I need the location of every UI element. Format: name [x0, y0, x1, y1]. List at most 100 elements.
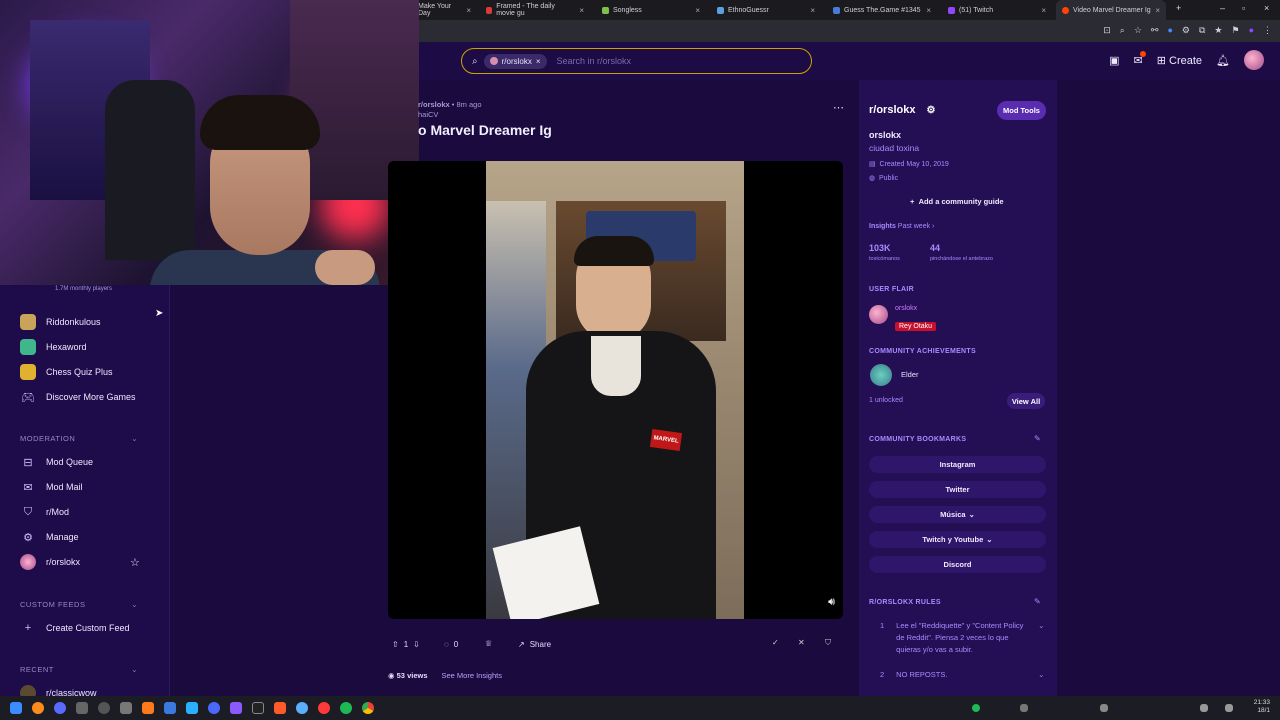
insights-link[interactable]: See More Insights	[442, 671, 502, 680]
browser-tab[interactable]: Songless ×	[596, 0, 706, 20]
chrome-icon[interactable]	[362, 702, 374, 714]
search-bar[interactable]: ⌕ r/orslokx × Search in r/orslokx	[461, 48, 812, 74]
search-input[interactable]: Search in r/orslokx	[557, 56, 632, 66]
tiktok-icon[interactable]	[252, 702, 264, 714]
search-icon[interactable]	[32, 702, 44, 714]
sidebar-game-riddonkulous[interactable]: Riddonkulous	[20, 314, 101, 330]
new-tab-icon[interactable]: +	[1176, 3, 1181, 13]
rule-item[interactable]: 2 NO REPOSTS. ⌄	[869, 670, 1045, 679]
award-icon[interactable]: ♕	[485, 639, 492, 648]
sidebar-discover-games[interactable]: 🎮︎ Discover More Games	[20, 389, 136, 405]
app-icon[interactable]	[54, 702, 66, 714]
chat-icon[interactable]: ✉	[1134, 50, 1147, 67]
close-icon[interactable]: ×	[810, 6, 815, 15]
volume-icon[interactable]: 🔊︎	[828, 596, 835, 609]
close-icon[interactable]: ×	[926, 6, 931, 15]
browser-menu-icon[interactable]: ⋮	[1263, 25, 1272, 36]
mod-tools-button[interactable]: Mod Tools	[997, 101, 1046, 120]
sidebar-item-mod-mail[interactable]: ✉ Mod Mail	[20, 479, 82, 495]
extension-icon[interactable]: ⊡	[1103, 25, 1111, 36]
tray-icon[interactable]	[1020, 704, 1028, 712]
bookmark-musica[interactable]: Música ⌄	[869, 506, 1046, 523]
close-window-icon[interactable]: ×	[1264, 3, 1269, 13]
volume-icon[interactable]	[1225, 704, 1233, 712]
upvote-icon[interactable]: ⇧	[392, 640, 399, 649]
avatar[interactable]	[1244, 50, 1264, 70]
app-icon[interactable]	[186, 702, 198, 714]
sidebar-item-r-mod[interactable]: ⛉ r/Mod	[20, 504, 69, 520]
extension-icon[interactable]: ⧉	[1199, 25, 1205, 36]
close-icon[interactable]: ×	[579, 6, 584, 15]
app-icon[interactable]	[98, 702, 110, 714]
close-icon[interactable]: ×	[695, 6, 700, 15]
wifi-icon[interactable]	[1200, 704, 1208, 712]
profile-icon[interactable]: ●	[1249, 25, 1254, 36]
bookmark-instagram[interactable]: Instagram	[869, 456, 1046, 473]
share-button[interactable]: ↗ Share	[518, 640, 551, 649]
browser-tab[interactable]: Guess The.Game #1345 ×	[827, 0, 937, 20]
bookmark-twitch-youtube[interactable]: Twitch y Youtube ⌄	[869, 531, 1046, 548]
extension-icon[interactable]: ⚯	[1151, 25, 1159, 36]
tray-icon[interactable]	[972, 704, 980, 712]
edit-pencil-icon[interactable]: ✎	[1034, 434, 1041, 443]
downvote-icon[interactable]: ⇩	[413, 640, 420, 649]
close-icon[interactable]: ×	[1155, 6, 1160, 15]
star-icon[interactable]: ☆	[130, 556, 140, 569]
sidebar-item-orslokx[interactable]: r/orslokx ☆	[20, 554, 140, 570]
notifications-icon[interactable]: 🔔︎	[1216, 54, 1230, 67]
create-custom-feed-button[interactable]: + Create Custom Feed	[20, 620, 130, 636]
extension-icon[interactable]: ★	[1214, 25, 1222, 36]
sidebar-item-manage[interactable]: ⚙ Manage	[20, 529, 78, 545]
app-icon[interactable]	[230, 702, 242, 714]
video-player[interactable]: MARVEL 🔊︎	[388, 161, 843, 619]
approve-icon[interactable]: ✓	[772, 638, 779, 647]
browser-tab[interactable]: Framed - The daily movie gu ×	[480, 0, 590, 20]
app-icon[interactable]	[208, 702, 220, 714]
maximize-icon[interactable]: ▫	[1242, 3, 1245, 13]
browser-tab[interactable]: (51) Twitch ×	[942, 0, 1052, 20]
sidebar-item-mod-queue[interactable]: ⊟ Mod Queue	[20, 454, 93, 470]
start-icon[interactable]	[10, 702, 22, 714]
close-icon[interactable]: ×	[1041, 6, 1046, 15]
more-options-icon[interactable]: ⋯	[833, 101, 844, 114]
settings-icon[interactable]: ⚙	[927, 105, 936, 116]
bookmark-twitter[interactable]: Twitter	[869, 481, 1046, 498]
post-author-link[interactable]: haiCV	[418, 110, 482, 120]
rule-item[interactable]: 1 Lee el "Reddiquette" y "Content Policy…	[869, 620, 1045, 656]
browser-tab[interactable]: Make Your Day ×	[412, 0, 477, 20]
subreddit-search-chip[interactable]: r/orslokx ×	[483, 53, 547, 69]
advertise-icon[interactable]: ▣	[1109, 54, 1119, 67]
spotify-icon[interactable]	[340, 702, 352, 714]
app-icon[interactable]	[142, 702, 154, 714]
app-icon[interactable]	[76, 702, 88, 714]
insights-range[interactable]: Past week	[898, 223, 930, 230]
add-guide-button[interactable]: + Add a community guide	[910, 197, 1004, 206]
close-icon[interactable]: ×	[536, 57, 541, 66]
mod-shield-icon[interactable]: ⛉	[825, 638, 831, 648]
zoom-icon[interactable]: ⌕	[1120, 25, 1125, 36]
create-button[interactable]: ⊞ Create	[1157, 54, 1202, 67]
custom-feeds-section-header[interactable]: CUSTOM FEEDS ⌄	[20, 600, 138, 609]
comments-button[interactable]: ◌ 0	[444, 640, 458, 649]
moderation-section-header[interactable]: MODERATION ⌄	[20, 434, 138, 443]
app-icon[interactable]	[120, 702, 132, 714]
app-icon[interactable]	[274, 702, 286, 714]
minimize-icon[interactable]: –	[1220, 3, 1225, 13]
view-all-button[interactable]: View All	[1007, 393, 1045, 409]
recent-section-header[interactable]: RECENT ⌄	[20, 665, 138, 674]
edit-pencil-icon[interactable]: ✎	[1034, 597, 1041, 606]
remove-icon[interactable]: ✕	[798, 638, 805, 647]
browser-tab-active[interactable]: Video Marvel Dreamer Ig ×	[1056, 0, 1166, 20]
bookmark-star-icon[interactable]: ☆	[1134, 25, 1142, 36]
bookmark-discord[interactable]: Discord	[869, 556, 1046, 573]
sidebar-game-hexaword[interactable]: Hexaword	[20, 339, 87, 355]
sidebar-game-chess-quiz[interactable]: Chess Quiz Plus	[20, 364, 113, 380]
app-icon[interactable]	[164, 702, 176, 714]
browser-tab[interactable]: EthnoGuessr ×	[711, 0, 821, 20]
extension-icon[interactable]: ⚑	[1231, 25, 1239, 36]
app-icon[interactable]	[318, 702, 330, 714]
extension-icon[interactable]: ●	[1167, 25, 1172, 36]
app-icon[interactable]	[296, 702, 308, 714]
close-icon[interactable]: ×	[466, 6, 471, 15]
post-subreddit-link[interactable]: r/orslokx	[418, 100, 450, 109]
